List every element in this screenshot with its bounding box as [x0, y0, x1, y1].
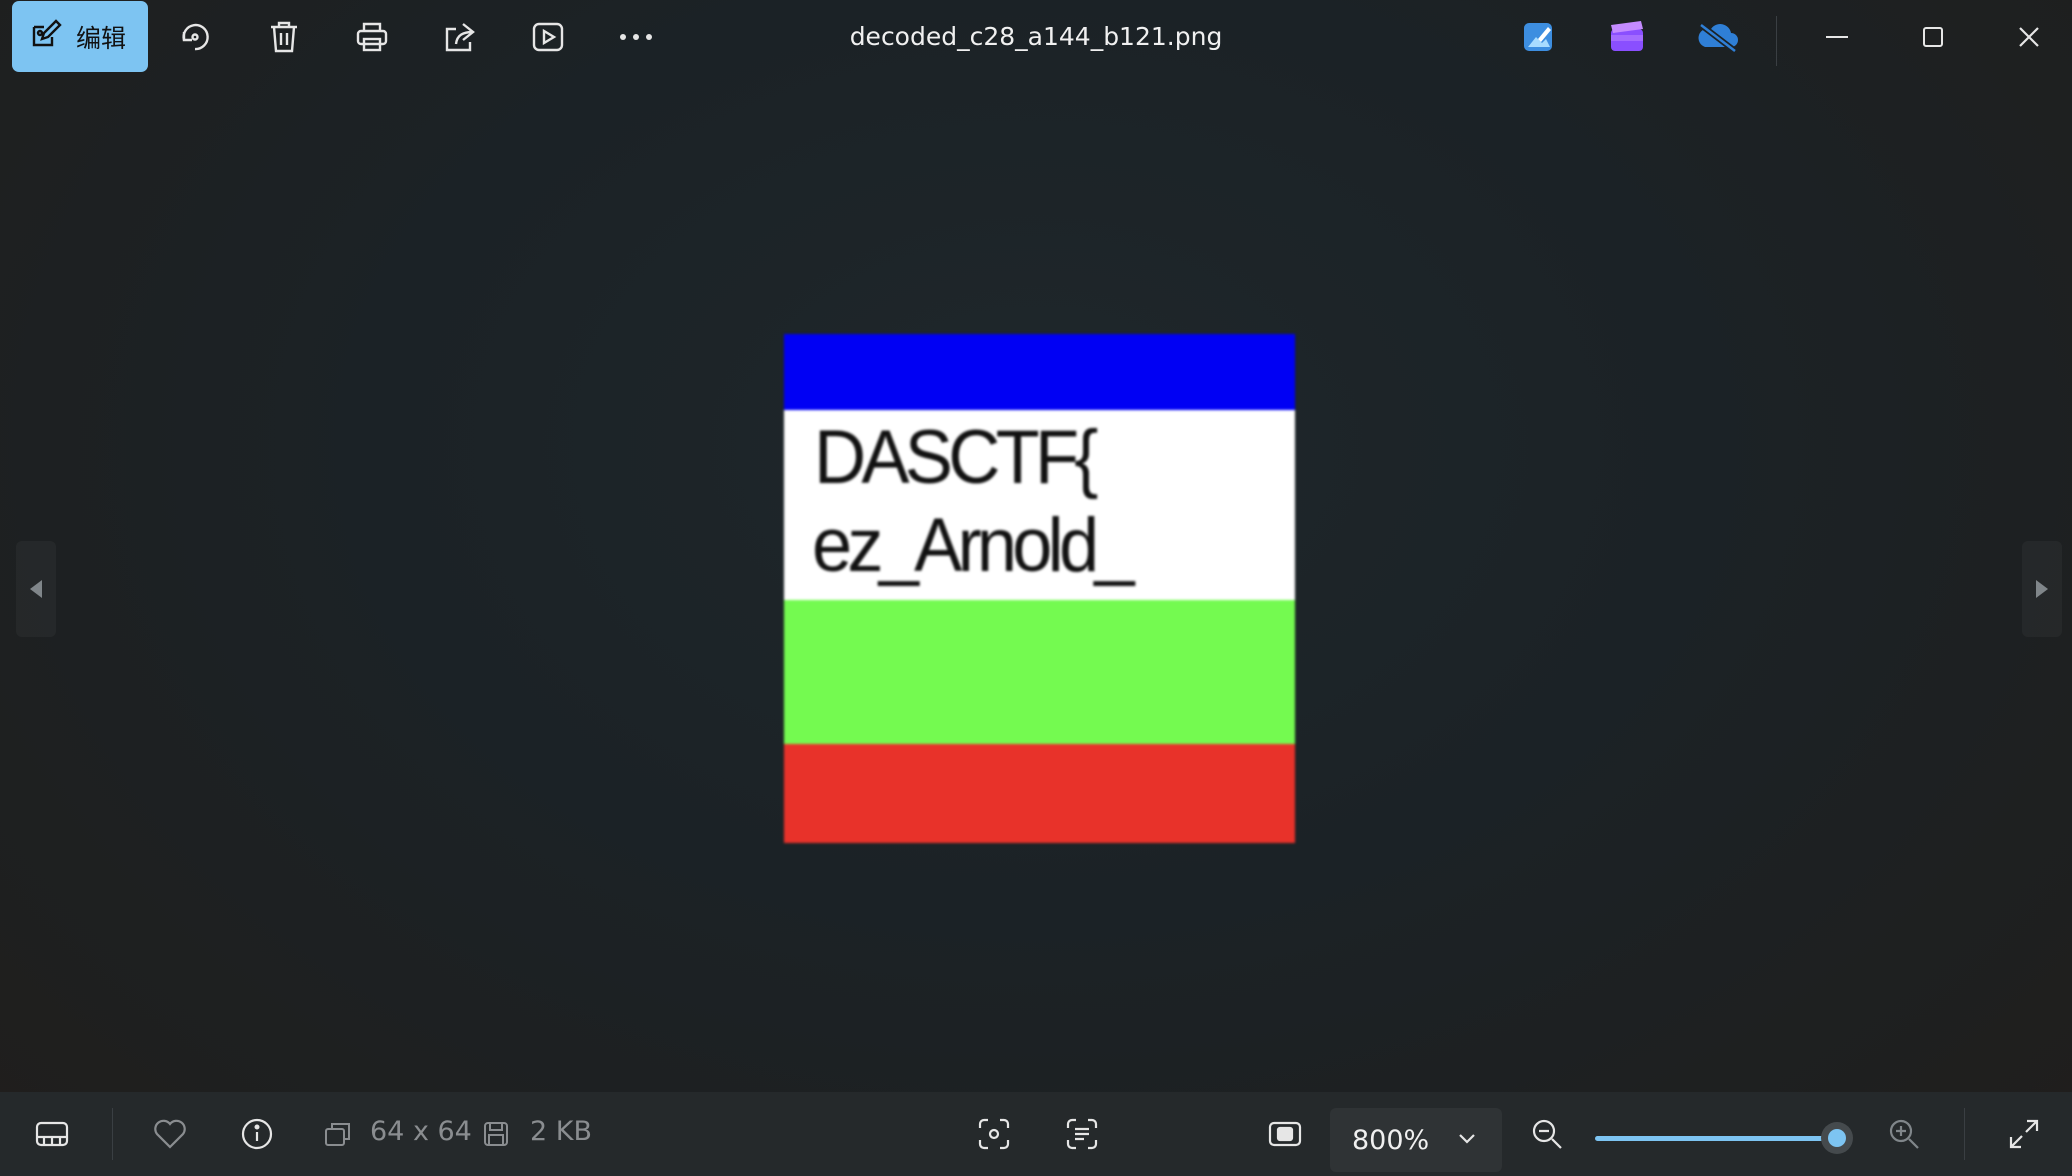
- visual-search-icon[interactable]: [974, 1114, 1014, 1154]
- footer-divider: [112, 1108, 113, 1160]
- footer-divider-right: [1964, 1108, 1965, 1160]
- zoom-slider-track[interactable]: [1595, 1136, 1836, 1141]
- previous-image-button[interactable]: [16, 541, 56, 637]
- clipchamp-icon[interactable]: [1607, 17, 1647, 57]
- window-title: decoded_c28_a144_b121.png: [849, 22, 1223, 51]
- save-icon: [476, 1114, 516, 1154]
- edit-button[interactable]: 编辑: [12, 1, 148, 72]
- fullscreen-icon[interactable]: [2004, 1114, 2044, 1154]
- zoom-slider-thumb[interactable]: [1821, 1122, 1853, 1154]
- image-dimensions: 64 x 64: [370, 1116, 472, 1147]
- displayed-image: DASCTF{ ez_Arnold_: [784, 334, 1295, 843]
- chevron-right-icon: [2036, 580, 2048, 598]
- image-text-line2: ez_Arnold_: [812, 503, 1135, 588]
- slideshow-icon[interactable]: [528, 17, 568, 57]
- maximize-icon[interactable]: [1908, 14, 1958, 60]
- share-icon[interactable]: [440, 17, 480, 57]
- photos-editor-icon[interactable]: [1518, 17, 1558, 57]
- zoom-dropdown[interactable]: 800%: [1330, 1108, 1502, 1172]
- close-icon[interactable]: [2004, 14, 2054, 60]
- chevron-down-icon: [1458, 1130, 1476, 1149]
- more-icon[interactable]: [616, 17, 656, 57]
- zoom-in-icon[interactable]: [1884, 1114, 1924, 1154]
- image-band-green: [784, 600, 1295, 744]
- onedrive-off-icon[interactable]: [1695, 17, 1741, 57]
- text-extract-icon[interactable]: [1062, 1114, 1102, 1154]
- filmstrip-icon[interactable]: [32, 1114, 72, 1154]
- edit-icon: [30, 18, 62, 55]
- chevron-left-icon: [30, 580, 42, 598]
- rotate-icon[interactable]: [175, 17, 215, 57]
- next-image-button[interactable]: [2022, 541, 2062, 637]
- bottom-toolbar: 64 x 64 2 KB 800%: [0, 1092, 2072, 1176]
- image-text-line1: DASCTF{: [814, 415, 1098, 500]
- minimize-icon[interactable]: [1812, 14, 1862, 60]
- print-icon[interactable]: [352, 17, 392, 57]
- favorite-icon[interactable]: [150, 1114, 190, 1154]
- toolbar-divider: [1776, 16, 1777, 66]
- image-band-red: [784, 744, 1295, 843]
- top-toolbar: 编辑 decoded_c28_a144_b121.png: [0, 0, 2072, 78]
- delete-icon[interactable]: [264, 17, 304, 57]
- zoom-value: 800%: [1352, 1124, 1430, 1156]
- file-size: 2 KB: [530, 1116, 592, 1147]
- edit-button-label: 编辑: [76, 23, 127, 53]
- zoom-out-icon[interactable]: [1527, 1114, 1567, 1154]
- fit-screen-icon[interactable]: [1265, 1114, 1305, 1154]
- dimensions-icon: [318, 1114, 358, 1154]
- image-band-blue: [784, 334, 1295, 410]
- info-icon[interactable]: [237, 1114, 277, 1154]
